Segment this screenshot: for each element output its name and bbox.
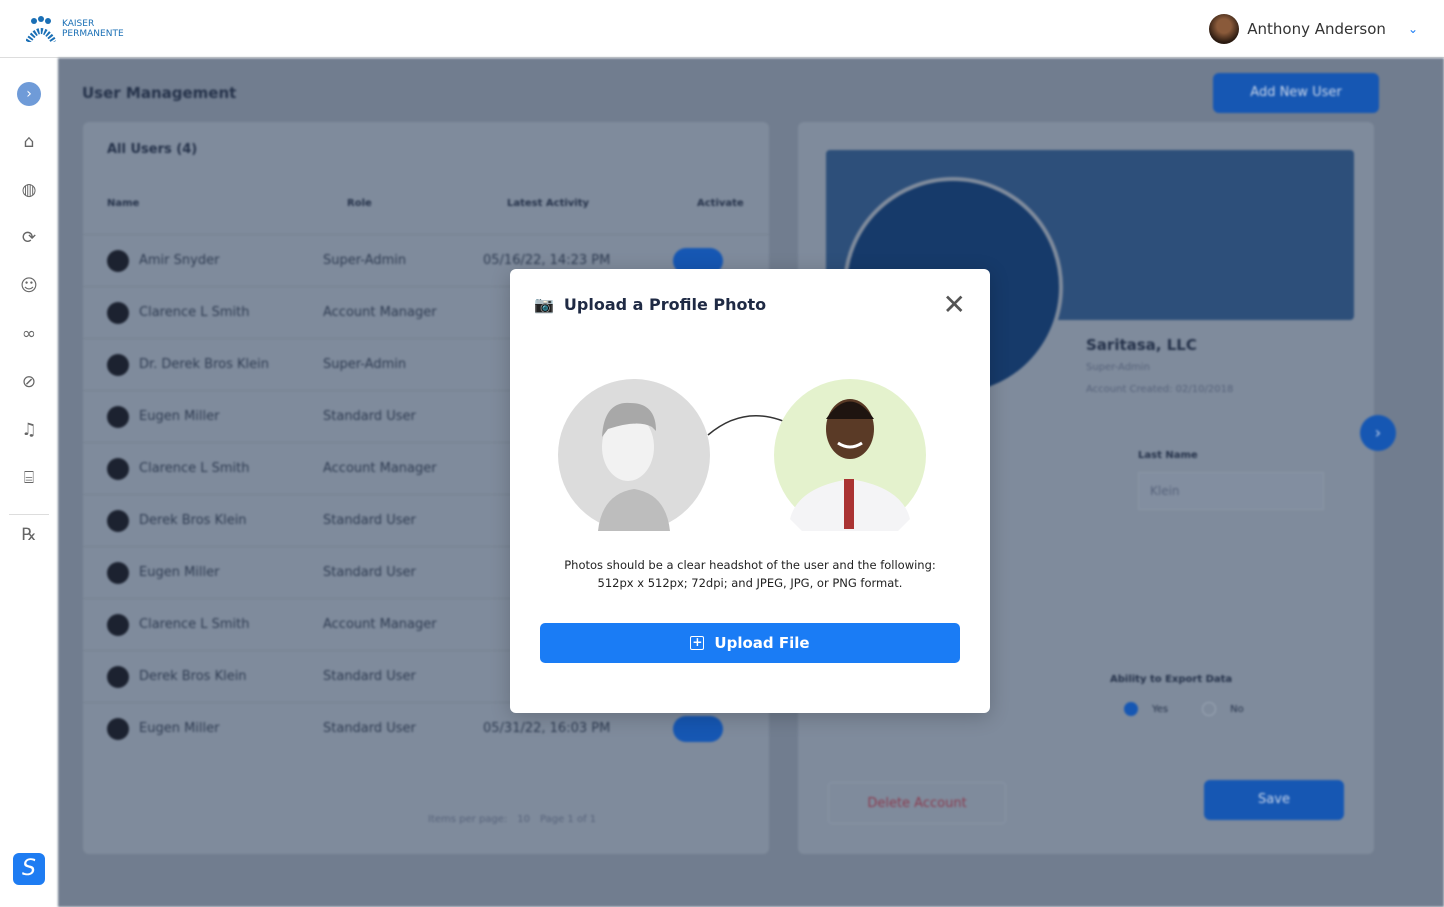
save-button[interactable]: Save — [1204, 780, 1344, 820]
user-name-cell: Eugen Miller — [139, 565, 220, 580]
column-name[interactable]: Name — [107, 198, 347, 209]
bank-icon[interactable]: ⌸ — [17, 466, 41, 490]
logo-text: PERMANENTE — [62, 28, 124, 39]
photo-example-illustration — [558, 379, 926, 531]
avatar — [107, 561, 129, 584]
requirements-line: Photos should be a clear headshot of the… — [564, 558, 936, 572]
modal-title: Upload a Profile Photo — [563, 295, 767, 314]
role-cell: Standard User — [323, 669, 416, 684]
radio-yes-label: Yes — [1152, 703, 1169, 715]
role-cell: Account Manager — [323, 461, 437, 476]
avatar — [107, 405, 129, 428]
user-menu[interactable]: Anthony Anderson ⌄ — [1209, 13, 1418, 44]
per-page-select[interactable]: 10 — [517, 814, 530, 825]
user-name-cell: Eugen Miller — [139, 721, 220, 736]
last-name-label: Last Name — [1138, 450, 1198, 461]
column-activity[interactable]: Latest Activity — [507, 198, 697, 209]
pills-icon[interactable]: ⊘ — [17, 370, 41, 394]
column-role[interactable]: Role — [347, 198, 507, 209]
avatar — [107, 353, 129, 376]
chevron-down-icon: ⌄ — [1407, 21, 1418, 36]
avatar — [107, 665, 129, 688]
avatar — [107, 457, 129, 480]
globe-icon[interactable]: ◍ — [17, 178, 41, 202]
export-radio-group: Yes No — [1124, 702, 1244, 716]
export-label: Ability to Export Data — [1110, 674, 1233, 685]
upload-file-label: Upload File — [714, 634, 810, 652]
doctor-photo — [774, 379, 926, 531]
items-per-page-label: Items per page: — [428, 814, 508, 825]
avatar — [107, 249, 129, 272]
next-arrow-button[interactable]: › — [1360, 415, 1396, 451]
bell-icon[interactable]: ♫ — [17, 418, 41, 442]
avatar — [1209, 13, 1240, 44]
role-cell: Account Manager — [323, 617, 437, 632]
close-icon[interactable]: ✕ — [943, 291, 966, 319]
radio-no[interactable] — [1202, 702, 1217, 716]
logo-text: KAISER — [62, 18, 95, 29]
add-new-user-button[interactable]: Add New User — [1213, 73, 1379, 113]
role-cell: Standard User — [323, 513, 416, 528]
user-name-cell: Derek Bros Klein — [139, 669, 247, 684]
role-cell: Standard User — [323, 409, 416, 424]
expand-sidebar-button[interactable]: › — [17, 82, 41, 106]
upload-file-button[interactable]: + Upload File — [540, 623, 960, 663]
user-name-cell: Derek Bros Klein — [139, 513, 247, 528]
account-created: Account Created: 02/10/2018 — [1086, 384, 1234, 395]
brand-icon[interactable]: S — [13, 853, 45, 885]
user-name: Anthony Anderson — [1247, 19, 1386, 38]
radio-yes[interactable] — [1124, 702, 1138, 716]
table-header: Name Role Latest Activity Activate — [107, 198, 747, 209]
avatar — [107, 301, 129, 324]
requirements-line: 512px x 512px; 72dpi; and JPEG, JPG, or … — [597, 576, 903, 590]
company-name: Saritasa, LLC — [1086, 336, 1197, 354]
role-cell: Standard User — [323, 721, 416, 736]
sidebar: › ⌂ ◍ ⟳ ☺ ∞ ⊘ ♫ ⌸ ℞ S — [0, 58, 58, 907]
last-name-input[interactable]: Klein — [1138, 472, 1324, 510]
user-name-cell: Clarence L Smith — [139, 461, 250, 476]
sync-icon[interactable]: ⟳ — [17, 226, 41, 250]
logo[interactable]: KAISER PERMANENTE — [26, 15, 124, 42]
top-bar: KAISER PERMANENTE Anthony Anderson ⌄ — [0, 0, 1444, 58]
user-name-cell: Amir Snyder — [139, 253, 220, 268]
user-name-cell: Eugen Miller — [139, 409, 220, 424]
activity-cell: 05/31/22, 16:03 PM — [483, 721, 611, 736]
avatar — [107, 717, 129, 740]
page-indicator: Page 1 of 1 — [540, 814, 597, 825]
pagination: Items per page: 10 Page 1 of 1 — [428, 814, 596, 825]
avatar — [107, 613, 129, 636]
role-cell: Super-Admin — [323, 357, 407, 372]
placeholder-avatar-icon — [558, 379, 710, 531]
role-cell: Super-Admin — [323, 253, 407, 268]
user-icon[interactable]: ☺ — [17, 274, 41, 298]
user-name-cell: Clarence L Smith — [139, 617, 250, 632]
role-cell: Standard User — [323, 565, 416, 580]
list-title: All Users (4) — [107, 142, 198, 157]
user-name-cell: Dr. Derek Bros Klein — [139, 357, 269, 372]
plus-square-icon: + — [690, 635, 705, 650]
profile-role: Super-Admin — [1086, 362, 1150, 373]
page-title: User Management — [82, 84, 237, 102]
activate-toggle[interactable] — [673, 715, 723, 742]
photo-requirements: Photos should be a clear headshot of the… — [540, 556, 960, 592]
rx-icon[interactable]: ℞ — [9, 514, 49, 550]
user-name-cell: Clarence L Smith — [139, 305, 250, 320]
activity-cell: 05/16/22, 14:23 PM — [483, 253, 611, 268]
avatar — [107, 509, 129, 532]
camera-icon: 📷 — [534, 295, 554, 314]
radio-no-label: No — [1230, 703, 1244, 715]
role-cell: Account Manager — [323, 305, 437, 320]
upload-photo-modal: 📷 Upload a Profile Photo ✕ Photos should … — [510, 269, 990, 713]
kaiser-logo-icon — [26, 15, 56, 42]
home-icon[interactable]: ⌂ — [17, 130, 41, 154]
column-activate: Activate — [697, 198, 744, 209]
binoculars-icon[interactable]: ∞ — [17, 322, 41, 346]
delete-account-button[interactable]: Delete Account — [828, 782, 1006, 824]
